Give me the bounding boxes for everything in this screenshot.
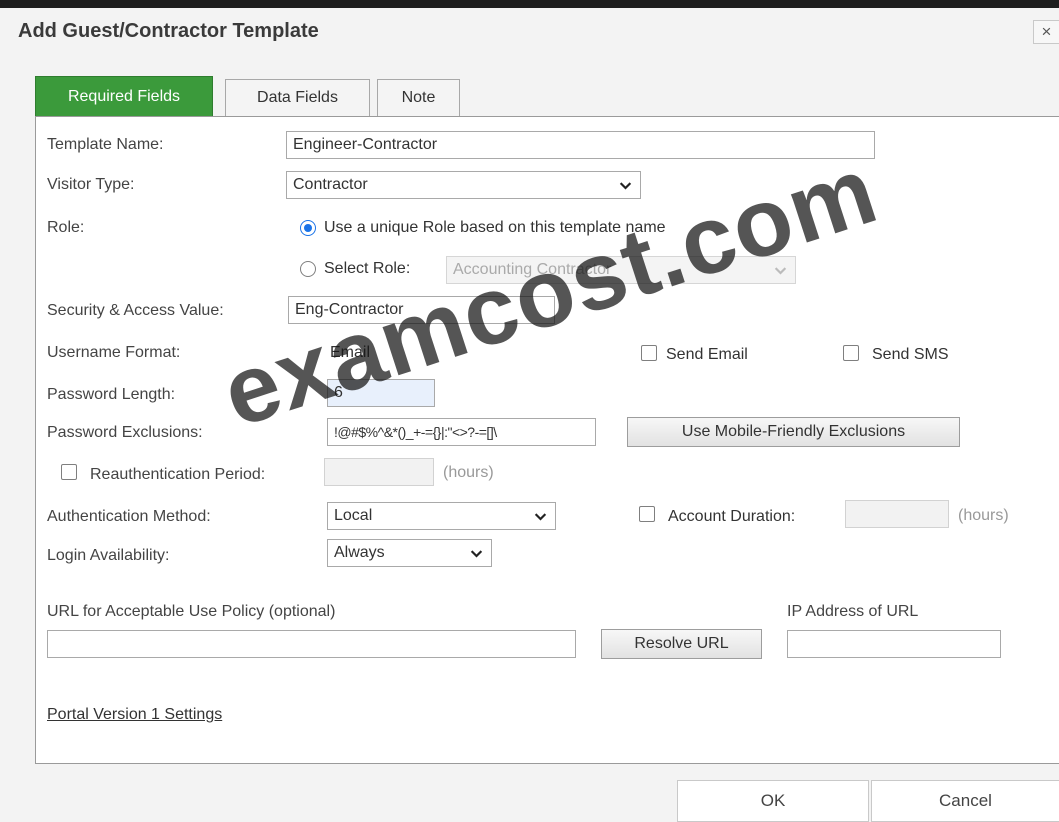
top-border bbox=[0, 0, 1059, 8]
resolve-url-button[interactable]: Resolve URL bbox=[601, 629, 762, 659]
role-select-dropdown[interactable]: Accounting Contractor bbox=[446, 256, 796, 284]
ip-address-input[interactable] bbox=[787, 630, 1001, 658]
security-access-label: Security & Access Value: bbox=[47, 302, 224, 319]
visitor-type-value: Contractor bbox=[293, 176, 368, 193]
ip-address-label: IP Address of URL bbox=[787, 603, 919, 620]
account-duration-checkbox[interactable] bbox=[639, 506, 655, 522]
aup-url-label: URL for Acceptable Use Policy (optional) bbox=[47, 603, 336, 620]
login-availability-select[interactable]: Always bbox=[327, 539, 492, 567]
reauth-checkbox[interactable] bbox=[61, 464, 77, 480]
role-select-label: Select Role: bbox=[324, 260, 411, 277]
password-exclusions-label: Password Exclusions: bbox=[47, 424, 203, 441]
username-format-value: Email bbox=[330, 344, 371, 361]
send-sms-checkbox[interactable] bbox=[843, 345, 859, 361]
password-exclusions-input[interactable]: !@#$%^&*()_+-={}|:"<>?-=[]\ bbox=[327, 418, 596, 446]
account-duration-input[interactable] bbox=[845, 500, 949, 528]
role-unique-radio[interactable] bbox=[300, 220, 316, 236]
send-email-checkbox[interactable] bbox=[641, 345, 657, 361]
auth-method-label: Authentication Method: bbox=[47, 508, 211, 525]
password-length-label: Password Length: bbox=[47, 386, 176, 403]
tab-note[interactable]: Note bbox=[377, 79, 460, 117]
ok-button[interactable]: OK bbox=[677, 780, 869, 822]
password-length-input[interactable]: 6 bbox=[327, 379, 435, 407]
login-availability-value: Always bbox=[334, 544, 385, 561]
role-unique-label: Use a unique Role based on this template… bbox=[324, 219, 666, 236]
reauth-unit: (hours) bbox=[443, 464, 494, 481]
tab-data-fields-label: Data Fields bbox=[257, 89, 338, 106]
account-duration-label: Account Duration: bbox=[668, 508, 796, 525]
security-access-input[interactable]: Eng-Contractor bbox=[288, 296, 555, 324]
chevron-down-icon bbox=[619, 182, 632, 190]
chevron-down-icon bbox=[774, 267, 787, 275]
reauth-input[interactable] bbox=[324, 458, 434, 486]
template-name-label: Template Name: bbox=[47, 136, 164, 153]
cancel-button[interactable]: Cancel bbox=[871, 780, 1059, 822]
role-label: Role: bbox=[47, 219, 85, 236]
dialog-title: Add Guest/Contractor Template bbox=[18, 20, 319, 42]
reauth-label: Reauthentication Period: bbox=[90, 466, 266, 483]
role-select-value: Accounting Contractor bbox=[453, 261, 612, 278]
username-format-label: Username Format: bbox=[47, 344, 181, 361]
auth-method-select[interactable]: Local bbox=[327, 502, 556, 530]
template-name-input[interactable]: Engineer-Contractor bbox=[286, 131, 875, 159]
role-select-radio[interactable] bbox=[300, 261, 316, 277]
aup-url-input[interactable] bbox=[47, 630, 576, 658]
close-icon[interactable]: × bbox=[1033, 20, 1059, 44]
chevron-down-icon bbox=[470, 550, 483, 558]
visitor-type-label: Visitor Type: bbox=[47, 176, 135, 193]
tab-required-fields-label: Required Fields bbox=[67, 88, 181, 105]
chevron-down-icon bbox=[534, 513, 547, 521]
account-duration-unit: (hours) bbox=[958, 507, 1009, 524]
mobile-friendly-exclusions-button[interactable]: Use Mobile-Friendly Exclusions bbox=[627, 417, 960, 447]
send-sms-label: Send SMS bbox=[872, 346, 949, 363]
tab-required-fields[interactable]: Required Fields bbox=[35, 76, 213, 117]
tab-data-fields[interactable]: Data Fields bbox=[225, 79, 370, 117]
tab-note-label: Note bbox=[401, 89, 436, 106]
visitor-type-select[interactable]: Contractor bbox=[286, 171, 641, 199]
send-email-label: Send Email bbox=[666, 346, 748, 363]
login-availability-label: Login Availability: bbox=[47, 547, 170, 564]
auth-method-value: Local bbox=[334, 507, 373, 524]
portal-version-link[interactable]: Portal Version 1 Settings bbox=[47, 706, 222, 724]
